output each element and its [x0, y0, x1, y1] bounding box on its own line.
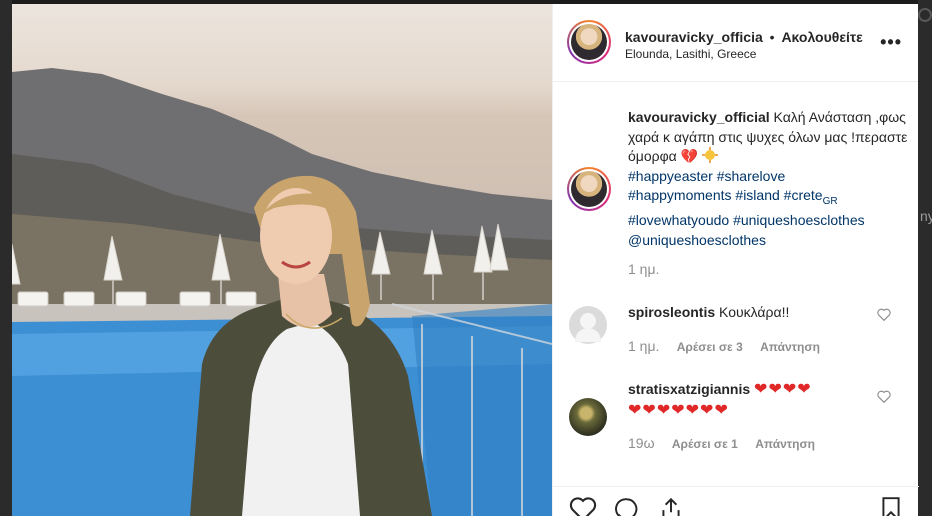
background-right: ny	[918, 0, 932, 516]
commenter-username[interactable]: stratisxatzigiannis	[628, 381, 750, 397]
commenter-avatar[interactable]	[569, 306, 607, 344]
comment-meta: 1 ημ. Αρέσει σε 3 Απάντηση	[628, 338, 834, 354]
broken-heart-emoji: 💔	[680, 148, 699, 164]
comment-like-icon[interactable]	[877, 308, 891, 324]
hashtag-link[interactable]: #uniqueshoesclothes	[733, 212, 865, 228]
comment-hearts-line2: ❤❤❤❤❤❤❤	[628, 402, 729, 419]
reply-button[interactable]: Απάντηση	[755, 437, 815, 451]
share-icon[interactable]	[657, 496, 685, 516]
photo-illustration	[12, 68, 552, 516]
comment-bubble-icon[interactable]	[613, 496, 641, 516]
comment-text: spirosleontis Κουκλάρα!!	[628, 302, 868, 322]
comment-like-icon[interactable]	[877, 390, 891, 406]
background-left	[0, 0, 12, 516]
post-side-panel: kavouravicky_officia • Ακολουθείτε Eloun…	[552, 4, 919, 516]
background-icon	[918, 8, 932, 22]
post-photo[interactable]	[12, 4, 552, 516]
hashtag-link[interactable]: #happyeaster	[628, 168, 713, 184]
caption-avatar-image	[571, 171, 607, 207]
commenter-avatar[interactable]	[569, 398, 607, 436]
sun-emoji-icon	[702, 147, 718, 164]
author-avatar-image	[571, 24, 607, 60]
post-header: kavouravicky_officia • Ακολουθείτε Eloun…	[553, 4, 918, 82]
hashtag-link[interactable]: #happymoments	[628, 187, 732, 203]
hashtag-link[interactable]: #island	[735, 187, 779, 203]
comment-likes[interactable]: Αρέσει σε 3	[677, 340, 743, 354]
more-options-button[interactable]: •••	[880, 32, 902, 53]
hashtag-suffix: GR	[822, 195, 838, 207]
comment-timestamp[interactable]: 19ω	[628, 435, 655, 451]
reply-button[interactable]: Απάντηση	[760, 340, 820, 354]
header-separator: •	[769, 29, 775, 45]
like-heart-icon[interactable]	[569, 496, 597, 516]
comment-hearts-line1: ❤❤❤❤	[754, 381, 812, 398]
post-caption: kavouravicky_official Καλή Ανάσταση ,φως…	[628, 108, 908, 250]
mention-link[interactable]: @uniqueshoesclothes	[628, 232, 766, 248]
comment-likes[interactable]: Αρέσει σε 1	[672, 437, 738, 451]
hashtag-link[interactable]: #sharelove	[717, 168, 786, 184]
hashtag-link[interactable]: #crete	[784, 187, 823, 203]
caption-avatar[interactable]	[567, 167, 611, 211]
commenter-username[interactable]: spirosleontis	[628, 304, 715, 320]
action-bar	[553, 486, 919, 516]
author-username[interactable]: kavouravicky_officia	[625, 29, 763, 45]
caption-timestamp[interactable]: 1 ημ.	[628, 261, 659, 277]
hashtag-link[interactable]: #lovewhatyoudo	[628, 212, 729, 228]
background-text: ny	[920, 208, 932, 224]
post-location[interactable]: Elounda, Lasithi, Greece	[625, 47, 756, 61]
follow-status-button[interactable]: Ακολουθείτε	[781, 29, 862, 45]
comment-body: Κουκλάρα!!	[719, 304, 790, 320]
comment-meta: 19ω Αρέσει σε 1 Απάντηση	[628, 435, 829, 451]
caption-username[interactable]: kavouravicky_official	[628, 109, 770, 125]
comment-text: stratisxatzigiannis ❤❤❤❤ ❤❤❤❤❤❤❤	[628, 379, 868, 421]
header-line: kavouravicky_officia • Ακολουθείτε	[625, 29, 863, 45]
bookmark-icon[interactable]	[879, 496, 903, 516]
comment-timestamp[interactable]: 1 ημ.	[628, 338, 659, 354]
author-avatar[interactable]	[567, 20, 611, 64]
